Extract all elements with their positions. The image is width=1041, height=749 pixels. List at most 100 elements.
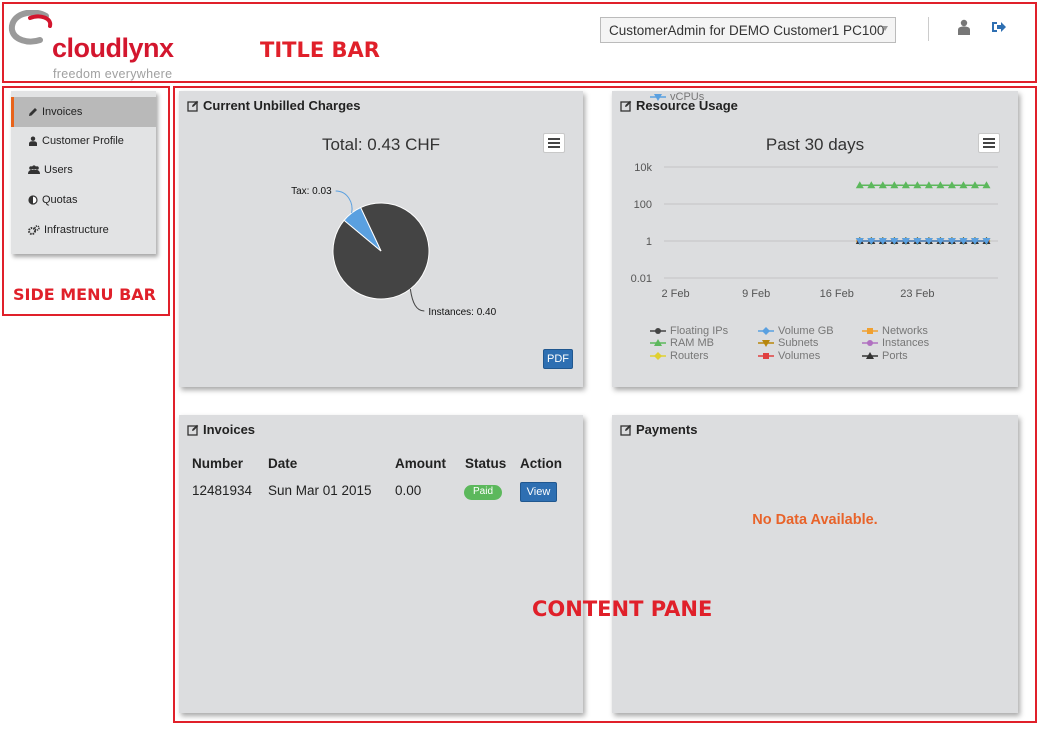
y-tick-label: 10k [634, 162, 652, 174]
x-tick-label: 23 Feb [900, 288, 934, 300]
sidebar-item-label: Customer Profile [42, 135, 124, 147]
unbilled-pie-chart: Instances: 0.40 Tax: 0.03 [291, 186, 497, 318]
x-tick-label: 16 Feb [820, 288, 854, 300]
legend-item[interactable]: Ports [862, 350, 908, 362]
customer-account-label: CustomerAdmin for DEMO Customer1 PC100 [609, 23, 885, 38]
unbilled-charges-title: Current Unbilled Charges [203, 98, 361, 113]
edit-icon [187, 424, 199, 436]
sidebar-item-label: Users [44, 164, 73, 176]
sidebar-item-users[interactable]: Users [11, 155, 156, 185]
menu-bar [548, 146, 560, 148]
invoice-amount: 0.00 [395, 483, 422, 498]
column-header-date: Date [268, 456, 298, 471]
legend-marker [654, 352, 662, 360]
pdf-button[interactable]: PDF [543, 349, 573, 369]
invoice-number: 12481934 [192, 483, 253, 498]
legend-label: Ports [882, 350, 908, 362]
legend-marker-icon [650, 328, 666, 334]
title-bar-annotation: TITLE BAR [260, 38, 380, 62]
user-profile-icon[interactable] [957, 19, 971, 35]
invoices-panel: Invoices Number Date Amount Status Actio… [179, 415, 583, 713]
legend-marker [763, 353, 769, 359]
legend-item[interactable]: Networks [862, 325, 928, 337]
legend-marker-icon [758, 353, 774, 359]
legend-label: Networks [882, 325, 928, 337]
legend-item[interactable]: Volume GB [758, 325, 834, 337]
legend-item[interactable]: RAM MB [650, 337, 714, 349]
column-header-amount: Amount [395, 456, 446, 471]
logout-icon[interactable] [991, 20, 1007, 34]
legend-marker-icon [862, 328, 878, 334]
unbilled-total: Total: 0.43 CHF [321, 135, 441, 154]
legend-marker [867, 328, 873, 334]
pie-connector [335, 190, 353, 214]
logo-text: cloudlynx [52, 33, 174, 63]
legend-label: Volume GB [778, 325, 834, 337]
invoices-title: Invoices [203, 422, 256, 437]
legend-item[interactable]: Volumes [758, 350, 820, 362]
sidebar-item-label: Infrastructure [44, 224, 109, 236]
legend-label: Routers [670, 350, 709, 362]
logo-swoosh-icon [8, 10, 53, 45]
side-menu-annotation: SIDE MENU BAR [13, 285, 156, 304]
legend-marker [867, 340, 873, 346]
sidebar-item-label: Quotas [42, 194, 78, 206]
title-bar-divider [928, 17, 929, 41]
legend-marker-icon [862, 340, 878, 346]
side-menu: Invoices Customer Profile Users Quotas I… [11, 91, 156, 254]
status-badge: Paid [464, 485, 502, 500]
series-ram-mb [855, 181, 991, 189]
payments-empty-message: No Data Available. [752, 512, 878, 528]
panel-title: Invoices [187, 422, 255, 437]
legend-marker [655, 328, 661, 334]
users-icon [28, 165, 40, 174]
legend-item[interactable]: Instances [862, 337, 929, 349]
sidebar-item-label: Invoices [42, 106, 83, 118]
legend-item[interactable]: vCPUs [650, 91, 704, 103]
legend-marker [762, 327, 770, 335]
pie-connector [409, 288, 425, 312]
x-tick-label: 2 Feb [661, 288, 689, 300]
sidebar-item-invoices[interactable]: Invoices [11, 97, 156, 127]
customer-account-select[interactable]: CustomerAdmin for DEMO Customer1 PC100 [600, 17, 896, 43]
legend-item[interactable]: Routers [650, 350, 709, 362]
legend-marker-icon [650, 352, 666, 360]
column-header-action: Action [520, 456, 562, 471]
chart-menu-button[interactable] [543, 133, 565, 153]
logo-tagline: freedom everywhere [53, 67, 173, 81]
y-tick-label: 100 [634, 199, 652, 211]
y-tick-label: 0.01 [631, 273, 652, 285]
resource-usage-panel: Resource Usage Past 30 days 10k 100 1 0.01 2… [612, 91, 1018, 387]
legend-marker-icon [862, 352, 878, 359]
content-pane-annotation: CONTENT PANE [532, 597, 713, 621]
sidebar-item-quotas[interactable]: Quotas [11, 185, 156, 215]
series-vcpus [855, 238, 991, 245]
legend-marker-icon [650, 94, 666, 101]
user-icon [29, 136, 37, 146]
sidebar-item-infrastructure[interactable]: Infrastructure [11, 215, 156, 245]
unbilled-charges-panel: Current Unbilled Charges Total: 0.43 CHF… [179, 91, 583, 387]
legend-marker-icon [758, 340, 774, 347]
legend-label: Floating IPs [670, 325, 729, 337]
legend-label: Volumes [778, 350, 821, 362]
legend-label: vCPUs [670, 91, 705, 103]
legend-item[interactable]: Floating IPs [650, 325, 728, 337]
view-invoice-button[interactable]: View [520, 482, 557, 502]
pencil-icon [29, 108, 37, 116]
sidebar-item-customer-profile[interactable]: Customer Profile [11, 126, 156, 156]
column-header-status: Status [465, 456, 507, 471]
cogs-icon [28, 225, 40, 235]
edit-icon [187, 100, 199, 112]
title-bar: cloudlynx freedom everywhere CustomerAdm… [0, 0, 1041, 84]
x-tick-label: 9 Feb [742, 288, 770, 300]
menu-bar [548, 138, 560, 140]
invoice-date: Sun Mar 01 2015 [268, 483, 372, 498]
menu-bar [548, 142, 560, 144]
pie-data-label: Instances: 0.40 [428, 307, 496, 318]
payments-title: Payments [636, 422, 698, 437]
y-tick-label: 1 [646, 236, 652, 248]
legend-item[interactable]: Subnets [758, 337, 818, 349]
panel-title: Current Unbilled Charges [187, 98, 360, 113]
half-circle-icon [28, 195, 38, 205]
legend-marker-icon [758, 327, 774, 335]
